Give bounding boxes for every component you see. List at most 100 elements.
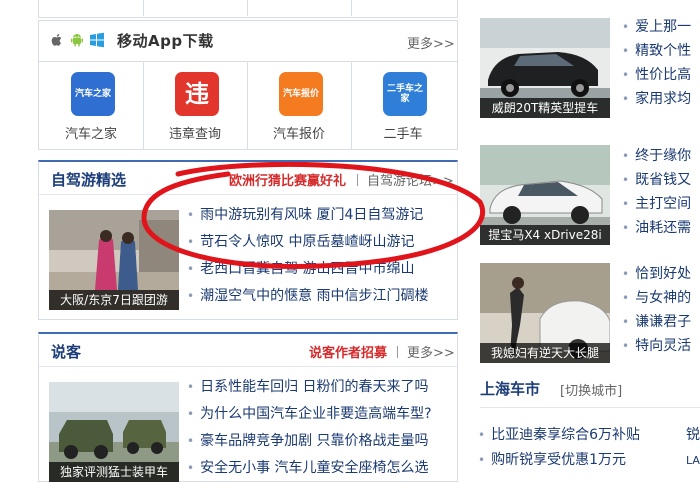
- news-link[interactable]: 家用求均: [635, 91, 691, 107]
- bullet-icon: •: [187, 380, 195, 394]
- news-link[interactable]: 油耗还需: [635, 220, 691, 236]
- app-download-title[interactable]: 移动App下载: [117, 30, 214, 51]
- bullet-icon: •: [622, 68, 630, 82]
- bullet-icon: •: [187, 235, 195, 249]
- thumbnail-caption[interactable]: 我媳妇有逆天大长腿: [480, 343, 610, 363]
- list-item[interactable]: • 为什么中国汽车企业非要造高端车型?: [187, 401, 455, 428]
- list-item[interactable]: • 潮湿空气中的惬意 雨中信步江门碉楼: [187, 283, 455, 310]
- list-item[interactable]: • 性价比高: [622, 63, 700, 87]
- list-item[interactable]: • 安全无小事 汽车儿童安全座椅怎么选: [187, 455, 455, 482]
- list-item[interactable]: • 终于缘你: [622, 144, 700, 168]
- list-item[interactable]: • 购昕锐享受优惠1万元 LA: [478, 448, 700, 473]
- news-link[interactable]: 购昕锐享受优惠1万元: [491, 452, 626, 468]
- news-link[interactable]: LA: [686, 448, 700, 473]
- news-link[interactable]: 豪车品牌竞争加剧 只靠价格战走量吗: [200, 433, 428, 449]
- news-link[interactable]: 潮湿空气中的惬意 雨中信步江门碉楼: [200, 288, 428, 304]
- app-cell-used-car[interactable]: 二手车之家 二手车: [351, 62, 455, 150]
- list-item[interactable]: • 雨中游玩别有风味 厦门4日自驾游记: [187, 202, 455, 229]
- app-download-header: 移动App下载 更多>>: [39, 21, 457, 62]
- list-item[interactable]: • 恰到好处: [622, 262, 700, 286]
- news-link[interactable]: 既省钱又: [635, 172, 691, 188]
- thumbnail-caption[interactable]: 大阪/东京7日跟团游: [49, 290, 179, 310]
- right-card-thumbnail[interactable]: 威朗20T精英型提车: [480, 18, 610, 118]
- list-item[interactable]: • 豪车品牌竞争加剧 只靠价格战走量吗: [187, 428, 455, 455]
- bullet-icon: •: [187, 434, 195, 448]
- app-cell-violation[interactable]: 违 违章查询: [143, 62, 248, 150]
- shuoke-more-link[interactable]: 更多>>: [407, 342, 455, 361]
- thumbnail-caption[interactable]: 独家评测猛士装甲车: [49, 462, 179, 482]
- news-link[interactable]: 日系性能车回归 日粉们的春天来了吗: [200, 379, 428, 395]
- news-link[interactable]: 安全无小事 汽车儿童安全座椅怎么选: [200, 460, 428, 476]
- list-item[interactable]: • 家用求均: [622, 87, 700, 111]
- used-car-app-icon[interactable]: 二手车之家: [383, 72, 427, 116]
- app-label[interactable]: 汽车之家: [39, 123, 143, 142]
- right-card-thumbnail[interactable]: 我媳妇有逆天大长腿: [480, 263, 610, 363]
- violation-query-app-icon[interactable]: 违: [175, 72, 219, 116]
- apple-icon[interactable]: [49, 32, 65, 48]
- news-link[interactable]: 终于缘你: [635, 148, 691, 164]
- bullet-icon: •: [622, 149, 630, 163]
- list-item[interactable]: • 精致个性: [622, 39, 700, 63]
- news-link[interactable]: 主打空间: [635, 196, 691, 212]
- self-drive-forum-link[interactable]: 自驾游论坛>>: [367, 170, 454, 189]
- bullet-icon: •: [622, 44, 630, 58]
- news-link[interactable]: 恰到好处: [635, 266, 691, 282]
- list-item[interactable]: • 特向灵活: [622, 334, 700, 358]
- news-link[interactable]: 为什么中国汽车企业非要造高端车型?: [200, 406, 431, 422]
- car-price-app-icon[interactable]: 汽车报价: [279, 72, 323, 116]
- self-drive-title[interactable]: 自驾游精选: [51, 169, 126, 190]
- shuoke-promo-link[interactable]: 说客作者招募: [309, 342, 387, 361]
- self-drive-news-list: • 雨中游玩别有风味 厦门4日自驾游记 • 苛石令人惊叹 中原岳墓嵖岈山游记 • 老西…: [187, 202, 455, 310]
- news-link[interactable]: 锐: [686, 423, 700, 448]
- bullet-icon: •: [622, 92, 630, 106]
- thumbnail-caption[interactable]: 提宝马X4 xDrive28i: [480, 225, 610, 245]
- news-link[interactable]: 比亚迪秦享综合6万补贴: [491, 427, 640, 443]
- top-cell-row: [38, 0, 458, 18]
- android-icon[interactable]: [69, 32, 85, 48]
- switch-city-link[interactable]: [切换城市]: [560, 380, 622, 399]
- right-card-thumbnail[interactable]: 提宝马X4 xDrive28i: [480, 145, 610, 245]
- divider: [357, 174, 358, 186]
- bullet-icon: •: [622, 291, 630, 305]
- news-link[interactable]: 特向灵活: [635, 338, 691, 354]
- news-link[interactable]: 精致个性: [635, 43, 691, 59]
- news-link[interactable]: 性价比高: [635, 67, 691, 83]
- app-cell-car-price[interactable]: 汽车报价 汽车报价: [247, 62, 352, 150]
- app-cell-autohome[interactable]: 汽车之家 汽车之家: [39, 62, 144, 150]
- shuoke-title[interactable]: 说客: [51, 341, 81, 362]
- self-drive-thumbnail[interactable]: 大阪/东京7日跟团游: [49, 210, 179, 310]
- app-label[interactable]: 违章查询: [143, 123, 247, 142]
- list-item[interactable]: • 与女神的: [622, 286, 700, 310]
- list-item[interactable]: • 爱上那一: [622, 15, 700, 39]
- news-link[interactable]: 老西口晋冀自驾 游山西晋中市绵山: [200, 261, 414, 277]
- thumbnail-caption[interactable]: 威朗20T精英型提车: [480, 98, 610, 118]
- news-link[interactable]: 雨中游玩别有风味 厦门4日自驾游记: [200, 207, 423, 223]
- cell-divider: [247, 0, 248, 16]
- news-link[interactable]: 爱上那一: [635, 19, 691, 35]
- autohome-app-icon[interactable]: 汽车之家: [71, 72, 115, 116]
- self-drive-promo-link[interactable]: 欧洲行猜比赛赢好礼: [229, 170, 346, 189]
- app-more-link[interactable]: 更多>>: [407, 33, 455, 52]
- list-item[interactable]: • 油耗还需: [622, 216, 700, 240]
- city-market-title[interactable]: 上海车市: [480, 378, 540, 399]
- list-item[interactable]: • 比亚迪秦享综合6万补贴 锐: [478, 423, 700, 448]
- bullet-icon: •: [622, 173, 630, 187]
- list-item[interactable]: • 老西口晋冀自驾 游山西晋中市绵山: [187, 256, 455, 283]
- bullet-icon: •: [622, 339, 630, 353]
- bullet-icon: •: [187, 407, 195, 421]
- app-download-box: 移动App下载 更多>> 汽车之家 汽车之家 违 违章查询 汽车报价 汽车报价 …: [38, 20, 458, 150]
- list-item[interactable]: • 苛石令人惊叹 中原岳墓嵖岈山游记: [187, 229, 455, 256]
- list-item[interactable]: • 日系性能车回归 日粉们的春天来了吗: [187, 374, 455, 401]
- list-item[interactable]: • 既省钱又: [622, 168, 700, 192]
- news-link[interactable]: 苛石令人惊叹 中原岳墓嵖岈山游记: [200, 234, 414, 250]
- list-item[interactable]: • 谦谦君子: [622, 310, 700, 334]
- list-item[interactable]: • 主打空间: [622, 192, 700, 216]
- app-label[interactable]: 汽车报价: [247, 123, 351, 142]
- shuoke-thumbnail[interactable]: 独家评测猛士装甲车: [49, 382, 179, 482]
- windows-icon[interactable]: [89, 32, 105, 48]
- bullet-icon: •: [478, 428, 486, 442]
- news-link[interactable]: 与女神的: [635, 290, 691, 306]
- cell-divider: [351, 0, 352, 16]
- news-link[interactable]: 谦谦君子: [635, 314, 691, 330]
- app-label[interactable]: 二手车: [351, 123, 455, 142]
